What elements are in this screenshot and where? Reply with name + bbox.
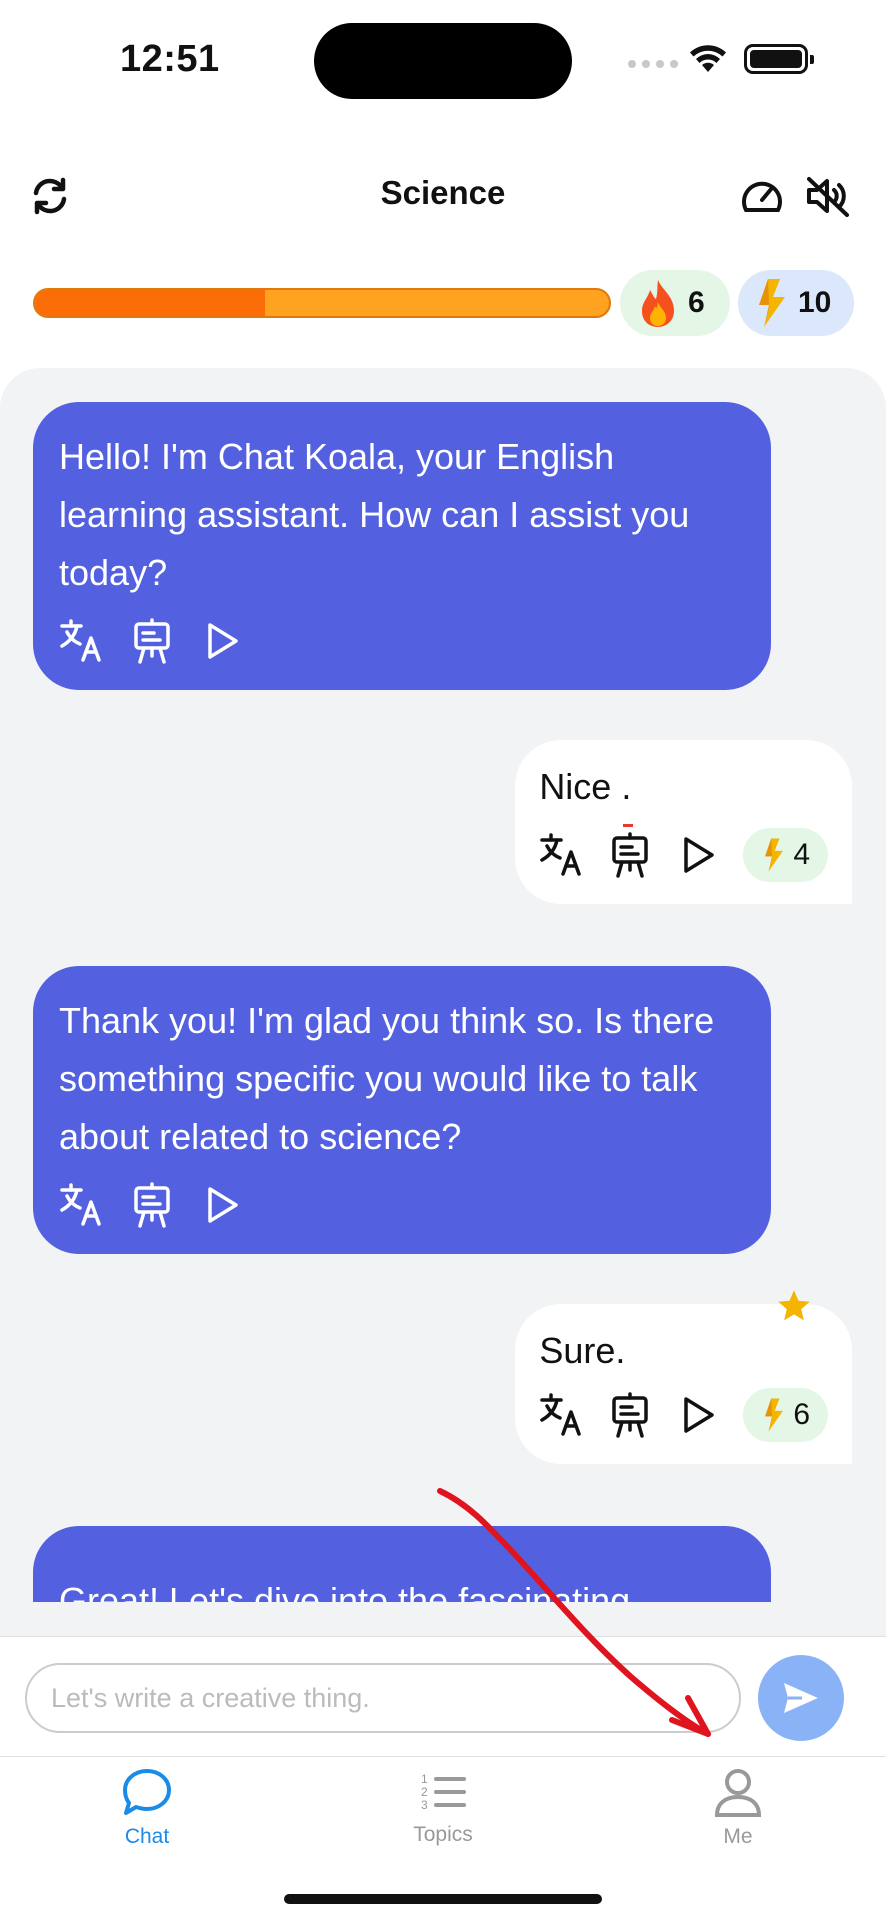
tab-label: Chat [124,1825,170,1848]
tab-topics[interactable]: 123 Topics [363,1767,523,1847]
header: Science [0,160,886,230]
app-screen: 12:51 Science 6 10 Hello! I'm Chat Koala… [0,0,886,1920]
battery-icon [744,44,814,74]
status-time: 12:51 [120,38,220,80]
energy-badge[interactable]: 10 [738,270,854,336]
chat-bubble-icon [123,1769,171,1815]
streak-count: 6 [688,286,705,319]
tab-label: Topics [413,1823,473,1846]
score-badge: 4 [743,828,828,882]
bot-message: Thank you! I'm glad you think so. Is the… [33,966,771,1254]
translate-icon[interactable] [59,618,105,664]
send-button[interactable] [758,1655,844,1741]
streak-badge[interactable]: 6 [620,270,730,336]
bot-message: Hello! I'm Chat Koala, your English lear… [33,402,771,690]
message-text: Hello! I'm Chat Koala, your English lear… [59,436,690,593]
tab-label: Me [723,1825,753,1848]
list-icon: 123 [421,1772,466,1812]
tab-chat[interactable]: Chat [67,1767,227,1849]
mute-icon[interactable] [802,170,854,222]
user-message: Nice . 4 [515,740,852,904]
tab-me[interactable]: Me [658,1767,818,1849]
translate-icon[interactable] [539,832,585,878]
chat-fade [0,1602,886,1636]
message-tools [59,1182,745,1228]
error-underline [623,824,634,827]
wifi-icon [690,45,726,72]
score-value: 6 [793,1398,810,1431]
svg-text:3: 3 [421,1798,428,1812]
translate-icon[interactable] [59,1182,105,1228]
score-value: 4 [793,838,810,871]
message-input[interactable]: Let's write a creative thing. [25,1663,741,1733]
presentation-icon[interactable] [607,832,653,878]
fire-icon [642,280,674,327]
message-tools [59,618,745,664]
play-icon[interactable] [675,832,721,878]
status-bar: 12:51 [0,0,886,120]
speedometer-icon[interactable] [736,170,788,222]
message-tools: 4 [539,828,828,882]
play-icon[interactable] [199,618,245,664]
energy-count: 10 [798,286,832,319]
home-indicator [284,1894,602,1904]
lightning-icon [759,279,785,327]
play-icon[interactable] [199,1182,245,1228]
score-badge: 6 [743,1388,828,1442]
translate-icon[interactable] [539,1392,585,1438]
message-text: Sure. [539,1330,626,1371]
input-placeholder: Let's write a creative thing. [51,1682,370,1713]
cellular-signal-icon [628,60,678,68]
dynamic-island [314,23,572,99]
svg-text:1: 1 [421,1772,428,1786]
lightning-icon [765,838,784,872]
person-icon [714,1769,762,1817]
lightning-icon [765,1398,784,1432]
message-text: Nice . [539,766,632,807]
svg-text:2: 2 [421,1785,428,1799]
message-tools: 6 [539,1388,828,1442]
presentation-icon[interactable] [129,1182,175,1228]
play-icon[interactable] [675,1392,721,1438]
progress-fill [35,290,265,316]
presentation-icon[interactable] [129,618,175,664]
lesson-progress-bar [33,288,611,318]
user-message: Sure. 6 [515,1290,852,1464]
composer: Let's write a creative thing. [0,1636,886,1756]
star-icon [778,1290,810,1321]
chat-area[interactable]: Hello! I'm Chat Koala, your English lear… [0,368,886,1636]
presentation-icon[interactable] [607,1392,653,1438]
message-text: Thank you! I'm glad you think so. Is the… [59,1000,715,1157]
send-icon [784,1683,818,1713]
